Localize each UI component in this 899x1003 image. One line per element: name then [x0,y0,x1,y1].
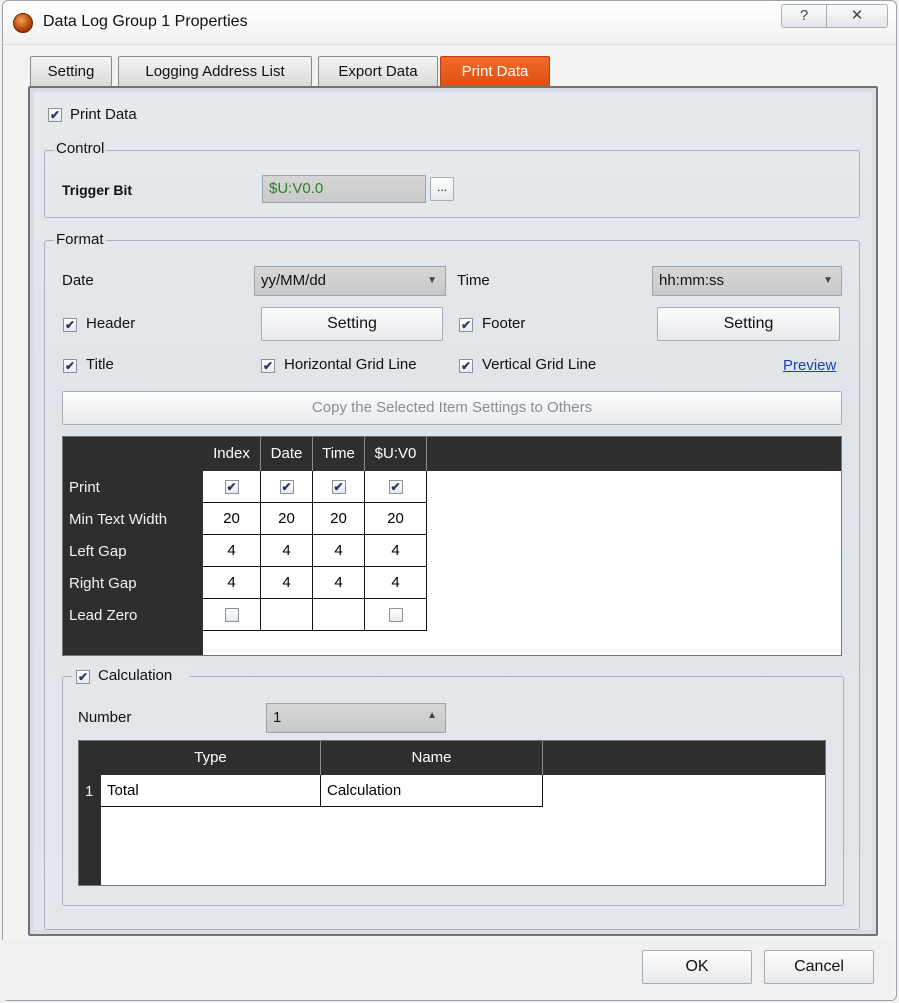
grid-cell[interactable]: 4 [203,535,261,567]
time-label: Time [457,272,490,289]
app-icon [13,13,33,33]
tab-print-data[interactable]: Print Data [440,56,550,86]
calc-type-cell[interactable]: Total [101,775,321,807]
window-title: Data Log Group 1 Properties [43,13,248,30]
chevron-down-icon: ▼ [427,275,437,286]
date-format-select[interactable]: yy/MM/dd ▼ [254,266,446,296]
grid-cell[interactable]: ✔ [313,471,365,503]
trigger-bit-browse-button[interactable]: ... [430,177,454,201]
trigger-bit-label: Trigger Bit [62,182,133,198]
grid-cell[interactable]: 20 [261,503,313,535]
calculation-legend: ✔ Calculation [72,666,190,688]
grid-column-header[interactable]: Time [313,437,365,471]
grid-header-row: Index Date Time $U:V0 [63,437,841,471]
grid-cell[interactable]: ✔ [365,471,427,503]
close-button[interactable]: ✕ [826,4,888,28]
grid-cell[interactable]: 20 [203,503,261,535]
grid-cell[interactable]: ✔ [261,471,313,503]
number-label: Number [78,709,132,726]
grid-cell [261,599,313,631]
grid-cell[interactable] [203,599,261,631]
calc-name-cell[interactable]: Calculation [321,775,543,807]
print-data-checkbox[interactable]: ✔ [48,108,62,122]
grid-column-header[interactable]: Index [203,437,261,471]
grid-row-label: Right Gap [69,575,137,592]
help-button[interactable]: ? [781,4,827,28]
dialog-footer [0,940,893,1000]
grid-cell[interactable] [365,599,427,631]
print-date-checkbox[interactable]: ✔ [279,480,294,495]
grid-column-header[interactable]: Date [261,437,313,471]
control-legend: Control [54,140,107,157]
calc-row-headers: 1 [79,775,101,885]
preview-link[interactable]: Preview [783,357,836,374]
calculation-checkbox[interactable]: ✔ [76,670,90,684]
calculation-number-value: 1 [273,709,282,726]
print-time-checkbox[interactable]: ✔ [331,480,346,495]
footer-setting-button[interactable]: Setting [657,307,840,341]
header-label: Header [86,315,136,332]
print-uv0-checkbox[interactable]: ✔ [388,480,403,495]
copy-settings-button[interactable]: Copy the Selected Item Settings to Other… [62,391,842,425]
lead-zero-uv0-checkbox[interactable] [388,608,403,623]
grid-cell[interactable]: 20 [365,503,427,535]
tab-setting[interactable]: Setting [30,56,112,86]
chevron-up-icon[interactable]: ▲ [427,702,437,730]
header-checkbox[interactable]: ✔ [63,318,77,332]
grid-cell [313,599,365,631]
print-data-label: Print Data [70,106,137,123]
grid-row-label: Lead Zero [69,607,138,624]
header-setting-button[interactable]: Setting [261,307,443,341]
chevron-down-icon: ▼ [823,275,833,286]
grid-row-label: Left Gap [69,543,127,560]
print-settings-grid: Index Date Time $U:V0 Print Min Text Wid… [62,436,842,656]
trigger-bit-field[interactable]: $U:V0.0 [262,175,426,203]
grid-cell[interactable]: 4 [261,535,313,567]
grid-cell[interactable]: 4 [313,567,365,599]
vertical-grid-label: Vertical Grid Line [482,356,597,373]
grid-cell[interactable]: 20 [313,503,365,535]
date-format-value: yy/MM/dd [261,272,327,289]
horizontal-grid-checkbox[interactable]: ✔ [261,359,275,373]
tab-export-data[interactable]: Export Data [318,56,438,86]
calc-column-header[interactable]: Type [101,741,321,775]
calc-row-index: 1 [85,783,94,800]
grid-cell[interactable]: ✔ [203,471,261,503]
vertical-grid-checkbox[interactable]: ✔ [459,359,473,373]
title-checkbox[interactable]: ✔ [63,359,77,373]
grid-cell[interactable]: 4 [313,535,365,567]
grid-cell[interactable]: 4 [365,567,427,599]
ok-button[interactable]: OK [642,950,752,984]
grid-cell[interactable]: 4 [365,535,427,567]
footer-checkbox[interactable]: ✔ [459,318,473,332]
grid-cell[interactable]: 4 [203,567,261,599]
title-label: Title [86,356,114,373]
grid-cell[interactable]: 4 [261,567,313,599]
tab-logging-address-list[interactable]: Logging Address List [118,56,312,86]
print-index-checkbox[interactable]: ✔ [224,480,239,495]
horizontal-grid-label: Horizontal Grid Line [284,356,417,373]
format-legend: Format [54,231,106,248]
footer-label: Footer [482,315,526,332]
time-format-value: hh:mm:ss [659,272,725,289]
time-format-select[interactable]: hh:mm:ss ▼ [652,266,842,296]
grid-row-label: Print [69,479,100,496]
grid-row-headers: Print Min Text Width Left Gap Right Gap … [63,471,203,655]
calculation-label: Calculation [98,667,173,684]
date-label: Date [62,272,94,289]
calc-column-header[interactable]: Name [321,741,543,775]
lead-zero-index-checkbox[interactable] [224,608,239,623]
grid-column-header[interactable]: $U:V0 [365,437,427,471]
cancel-button[interactable]: Cancel [764,950,874,984]
grid-row-label: Min Text Width [69,511,168,528]
title-bar: Data Log Group 1 Properties ? ✕ [3,1,896,45]
calculation-number-stepper[interactable]: 1 ▲ [266,703,446,733]
calculation-table: Type Name 1 Total Calculation [78,740,826,886]
calc-header-row: Type Name [79,741,825,775]
